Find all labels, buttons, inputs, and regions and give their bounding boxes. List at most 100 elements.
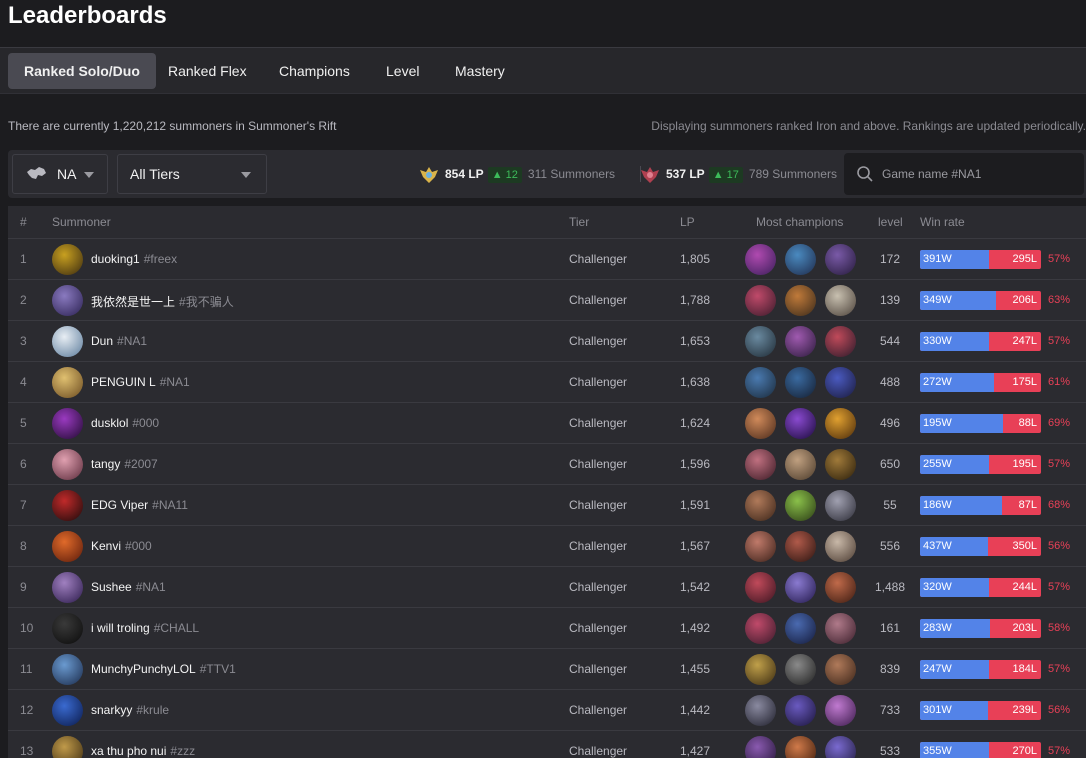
table-row[interactable]: 8 Kenvi #000 Challenger 1,567 556 437W 350L 56%	[8, 526, 1086, 567]
champion-icon[interactable]	[825, 572, 856, 603]
champion-icon[interactable]	[745, 613, 776, 644]
champion-icon[interactable]	[745, 695, 776, 726]
table-row[interactable]: 1 duoking1 #freex Challenger 1,805 172 391W 295…	[8, 239, 1086, 280]
champion-icon[interactable]	[825, 654, 856, 685]
rank-number: 5	[20, 416, 27, 430]
champion-icon[interactable]	[745, 736, 776, 758]
summoner-name[interactable]: Kenvi #000	[91, 539, 152, 553]
tab-ranked-flex[interactable]: Ranked Flex	[152, 53, 263, 89]
table-row[interactable]: 12 snarkyy #krule Challenger 1,442 733 301W 239…	[8, 690, 1086, 731]
champion-icon[interactable]	[745, 531, 776, 562]
champion-icon[interactable]	[825, 490, 856, 521]
win-rate-percent: 57%	[1048, 253, 1071, 265]
champion-icon[interactable]	[745, 490, 776, 521]
rank-number: 13	[20, 744, 34, 758]
champion-icon[interactable]	[745, 449, 776, 480]
summoner-tag: #CHALL	[153, 621, 200, 635]
summoner-name[interactable]: Dun #NA1	[91, 334, 147, 348]
table-row[interactable]: 2 我依然是世一上 #我不骗人 Challenger 1,788 139 349W 206L 6…	[8, 280, 1086, 321]
win-rate-bar: 186W 87L	[920, 496, 1041, 515]
summoner-name[interactable]: duoking1 #freex	[91, 252, 177, 266]
tab-ranked-solo-duo[interactable]: Ranked Solo/Duo	[8, 53, 156, 89]
summoner-avatar[interactable]	[52, 531, 83, 562]
table-row[interactable]: 3 Dun #NA1 Challenger 1,653 544 330W 247L 57%	[8, 321, 1086, 362]
table-row[interactable]: 10 i will troling #CHALL Challenger 1,492 161…	[8, 608, 1086, 649]
table-row[interactable]: 4 PENGUIN L #NA1 Challenger 1,638 488 272W 175L…	[8, 362, 1086, 403]
summoner-name[interactable]: PENGUIN L #NA1	[91, 375, 190, 389]
champion-icon[interactable]	[785, 490, 816, 521]
summoner-avatar[interactable]	[52, 449, 83, 480]
champion-icon[interactable]	[745, 654, 776, 685]
win-rate-percent: 57%	[1048, 581, 1071, 593]
summoner-name[interactable]: xa thu pho nui #zzz	[91, 744, 195, 758]
champion-icon[interactable]	[825, 531, 856, 562]
wins-count: 355W	[923, 745, 952, 757]
table-row[interactable]: 9 Sushee #NA1 Challenger 1,542 1,488 320W 244L 5…	[8, 567, 1086, 608]
win-rate-bar: 355W 270L	[920, 742, 1041, 758]
tab-level[interactable]: Level	[370, 53, 435, 89]
champion-icon[interactable]	[745, 572, 776, 603]
region-select[interactable]: NA	[12, 154, 108, 194]
table-row[interactable]: 11 MunchyPunchyLOL #TTV1 Challenger 1,455 839…	[8, 649, 1086, 690]
champion-icon[interactable]	[785, 244, 816, 275]
level-value: 55	[883, 498, 897, 512]
champion-icon[interactable]	[745, 326, 776, 357]
champion-icon[interactable]	[785, 613, 816, 644]
table-row[interactable]: 6 tangy #2007 Challenger 1,596 650 255W 195L 57%	[8, 444, 1086, 485]
champion-icon[interactable]	[785, 531, 816, 562]
table-header: # Summoner Tier LP Most champions level …	[8, 206, 1086, 239]
summoner-avatar[interactable]	[52, 736, 83, 758]
champion-icon[interactable]	[745, 285, 776, 316]
summoner-name[interactable]: EDG Viper #NA11	[91, 498, 188, 512]
champion-icon[interactable]	[785, 367, 816, 398]
table-row[interactable]: 13 xa thu pho nui #zzz Challenger 1,427 533 35…	[8, 731, 1086, 758]
champion-icon[interactable]	[745, 367, 776, 398]
champion-icon[interactable]	[785, 285, 816, 316]
champion-icon[interactable]	[825, 244, 856, 275]
summoner-avatar[interactable]	[52, 285, 83, 316]
summoner-avatar[interactable]	[52, 695, 83, 726]
champion-icon[interactable]	[825, 285, 856, 316]
summoner-avatar[interactable]	[52, 367, 83, 398]
champion-icon[interactable]	[785, 736, 816, 758]
summoner-name[interactable]: Sushee #NA1	[91, 580, 166, 594]
champion-icon[interactable]	[785, 695, 816, 726]
champion-icon[interactable]	[745, 408, 776, 439]
summoner-avatar[interactable]	[52, 490, 83, 521]
summoner-avatar[interactable]	[52, 408, 83, 439]
champion-icon[interactable]	[825, 613, 856, 644]
summoner-avatar[interactable]	[52, 244, 83, 275]
champion-icon[interactable]	[825, 326, 856, 357]
tab-mastery[interactable]: Mastery	[439, 53, 521, 89]
champion-icon[interactable]	[825, 408, 856, 439]
champion-icon[interactable]	[825, 449, 856, 480]
column-rank: #	[20, 215, 27, 229]
champion-icon[interactable]	[785, 326, 816, 357]
champion-icon[interactable]	[745, 244, 776, 275]
summoner-avatar[interactable]	[52, 326, 83, 357]
champion-icon[interactable]	[785, 654, 816, 685]
champion-icon[interactable]	[825, 736, 856, 758]
summoner-name[interactable]: MunchyPunchyLOL #TTV1	[91, 662, 236, 676]
table-row[interactable]: 7 EDG Viper #NA11 Challenger 1,591 55 186W 87L 6…	[8, 485, 1086, 526]
summoner-name[interactable]: dusklol #000	[91, 416, 159, 430]
champion-icon[interactable]	[785, 572, 816, 603]
champion-icon[interactable]	[785, 408, 816, 439]
champion-icon[interactable]	[825, 695, 856, 726]
champion-icon[interactable]	[785, 449, 816, 480]
tab-champions[interactable]: Champions	[263, 53, 366, 89]
search-input[interactable]	[882, 163, 1072, 185]
tier-select[interactable]: All Tiers	[117, 154, 267, 194]
column-win-rate: Win rate	[920, 215, 965, 229]
summoner-name[interactable]: 我依然是世一上 #我不骗人	[91, 293, 234, 310]
summoner-avatar[interactable]	[52, 613, 83, 644]
summoner-name[interactable]: tangy #2007	[91, 457, 158, 471]
table-row[interactable]: 5 dusklol #000 Challenger 1,624 496 195W 88L 69%	[8, 403, 1086, 444]
summoner-name[interactable]: i will troling #CHALL	[91, 621, 199, 635]
summoner-avatar[interactable]	[52, 572, 83, 603]
summoner-name[interactable]: snarkyy #krule	[91, 703, 169, 717]
champion-icon[interactable]	[825, 367, 856, 398]
wins-count: 195W	[923, 417, 952, 429]
summoner-avatar[interactable]	[52, 654, 83, 685]
win-rate-percent: 69%	[1048, 417, 1071, 429]
